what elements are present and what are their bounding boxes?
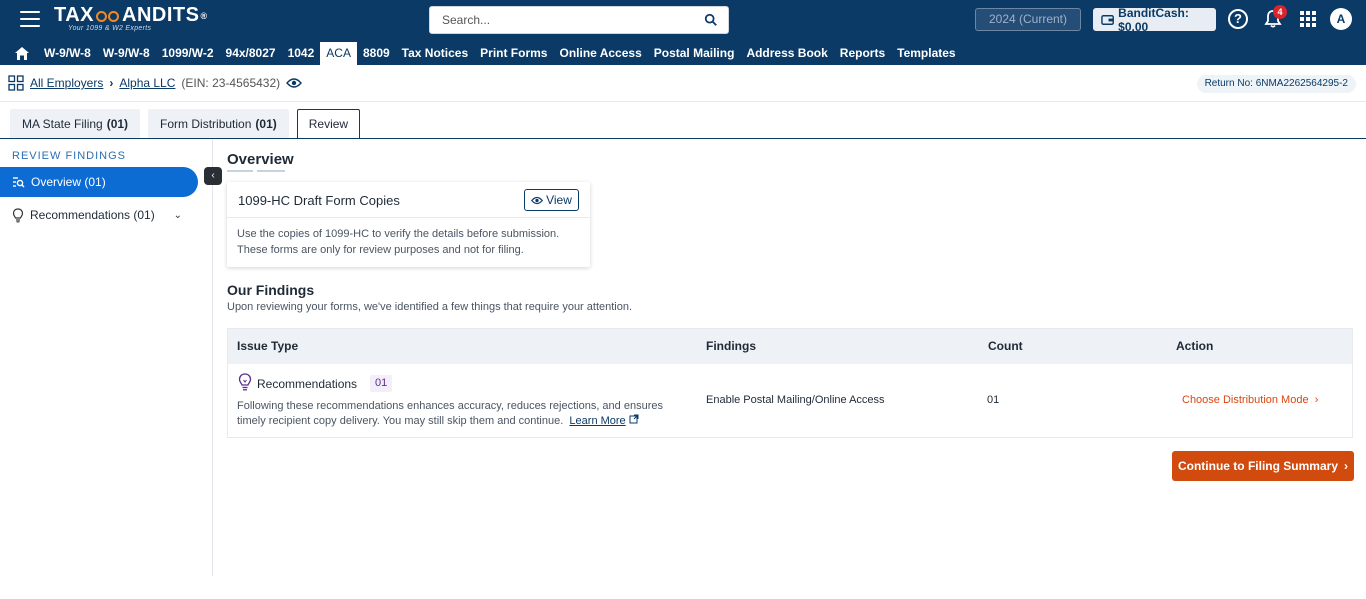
findings-subtitle: Upon reviewing your forms, we've identif… <box>227 301 633 313</box>
search-icon[interactable] <box>704 13 718 27</box>
draft-card-title: 1099-HC Draft Form Copies <box>238 193 400 208</box>
notification-count-badge: 4 <box>1273 5 1287 19</box>
issue-type-title: Recommendations <box>257 377 358 391</box>
column-header-findings: Findings <box>706 339 756 353</box>
nav-item-94x-8027[interactable]: 94x/8027 <box>220 42 282 65</box>
sidebar-item-overview[interactable]: Overview (01) <box>0 167 198 197</box>
bandit-cash-button[interactable]: BanditCash: $0.00 <box>1093 5 1216 34</box>
count-cell: 01 <box>987 394 1000 406</box>
nav-item-w9-w8[interactable]: W-9/W-8 <box>38 42 97 65</box>
collapse-sidebar-icon[interactable]: ‹ <box>204 167 222 185</box>
overview-heading: Overview <box>227 151 294 168</box>
main-nav: W-9/W-8 W-9/W-8 1099/W-2 94x/8027 1042 A… <box>10 42 962 65</box>
continue-button-label: Continue to Filing Summary <box>1177 459 1338 473</box>
findings-table: Issue Type Findings Count Action Recomme… <box>227 328 1353 438</box>
help-icon[interactable]: ? <box>1228 9 1248 29</box>
eye-icon[interactable] <box>286 77 303 89</box>
nav-item-w9-w8-2[interactable]: W-9/W-8 <box>97 42 156 65</box>
tab-label: Form Distribution <box>160 117 252 131</box>
action-label: Choose Distribution Mode <box>1182 394 1309 406</box>
bandit-cash-label: BanditCash: $0.00 <box>1118 5 1189 34</box>
continue-to-filing-summary-button[interactable]: Continue to Filing Summary › <box>1172 451 1354 481</box>
employer-ein: (EIN: 23-4565432) <box>181 76 281 90</box>
chevron-down-icon[interactable]: ⌄ <box>174 210 182 221</box>
tab-review[interactable]: Review <box>296 109 361 139</box>
tab-label: Review <box>308 117 349 131</box>
tab-form-distribution[interactable]: Form Distribution (01) <box>148 109 289 139</box>
tab-bar: MA State Filing (01) Form Distribution (01… <box>10 109 361 139</box>
divider <box>227 217 590 218</box>
tab-count: (01) <box>255 117 277 131</box>
view-button[interactable]: View <box>524 189 579 211</box>
finding-cell: Enable Postal Mailing/Online Access <box>706 394 885 406</box>
nav-item-templates[interactable]: Templates <box>891 42 961 65</box>
nav-item-8809[interactable]: 8809 <box>357 42 396 65</box>
divider <box>0 101 1366 102</box>
breadcrumb-chevron-icon: › <box>109 76 114 90</box>
sidebar-item-recommendations[interactable]: Recommendations (01) ⌄ <box>12 205 182 225</box>
employer-link[interactable]: Alpha LLC <box>119 76 175 90</box>
chevron-right-icon: › <box>1311 394 1319 406</box>
lightbulb-icon <box>238 373 252 391</box>
nav-item-aca[interactable]: ACA <box>320 42 357 65</box>
findings-heading: Our Findings <box>227 282 315 298</box>
view-button-label: View <box>546 193 572 207</box>
nav-item-1099-w2[interactable]: 1099/W-2 <box>156 42 220 65</box>
sidebar: REVIEW FINDINGS Overview (01) ‹ Recommen… <box>0 139 222 576</box>
draft-forms-card: 1099-HC Draft Form Copies View Use the c… <box>227 182 590 267</box>
lightbulb-icon <box>12 207 24 222</box>
nav-item-print-forms[interactable]: Print Forms <box>474 42 553 65</box>
column-header-issue-type: Issue Type <box>237 339 299 353</box>
sidebar-title: REVIEW FINDINGS <box>12 150 127 162</box>
learn-more-label: Learn More <box>569 415 626 427</box>
column-header-action: Action <box>1176 339 1214 353</box>
nav-item-reports[interactable]: Reports <box>834 42 891 65</box>
employers-grid-icon[interactable] <box>8 75 24 91</box>
description-line: timely recipient copy delivery. You may … <box>237 415 564 427</box>
choose-distribution-mode-link[interactable]: Choose Distribution Mode › <box>1182 394 1318 406</box>
apps-grid-icon[interactable] <box>1300 11 1316 27</box>
issue-count-badge: 01 <box>370 375 393 392</box>
tax-year-selector[interactable]: 2024 (Current) <box>975 8 1081 31</box>
description-line: Following these recommendations enhances… <box>237 400 663 412</box>
description-line: Use the copies of 1099-HC to verify the … <box>237 228 560 240</box>
home-icon[interactable] <box>10 42 34 65</box>
all-employers-link[interactable]: All Employers <box>30 76 103 90</box>
description-line: These forms are only for review purposes… <box>237 244 524 256</box>
external-link-icon[interactable] <box>629 414 639 424</box>
learn-more-link[interactable]: Learn More <box>569 415 625 427</box>
chevron-right-icon: › <box>1344 459 1348 473</box>
nav-item-address-book[interactable]: Address Book <box>740 42 833 65</box>
nav-item-1042[interactable]: 1042 <box>282 42 321 65</box>
tab-label: MA State Filing <box>22 117 103 131</box>
review-list-icon <box>13 177 25 188</box>
breadcrumb: All Employers › Alpha LLC (EIN: 23-45654… <box>8 73 303 93</box>
return-number-badge: Return No: 6NMA2262564295-2 <box>1196 75 1356 93</box>
sidebar-item-label: Recommendations (01) <box>30 208 155 222</box>
taxbandits-logo[interactable]: TAX ANDITS ® Your 1099 & W2 Experts <box>54 4 208 32</box>
table-header: Issue Type Findings Count Action <box>228 329 1352 364</box>
search-box[interactable] <box>429 6 729 34</box>
eye-icon <box>531 196 544 204</box>
menu-icon[interactable] <box>20 11 40 27</box>
nav-item-online-access[interactable]: Online Access <box>553 42 647 65</box>
tab-ma-state-filing[interactable]: MA State Filing (01) <box>10 109 141 139</box>
top-bar: TAXANDITS® Your 1099 & W2 Experts 2024 (… <box>0 0 1366 65</box>
search-input[interactable] <box>430 7 690 33</box>
nav-item-tax-notices[interactable]: Tax Notices <box>396 42 474 65</box>
user-avatar[interactable]: A <box>1330 8 1352 30</box>
draft-card-description: Use the copies of 1099-HC to verify the … <box>237 226 582 258</box>
tab-count: (01) <box>106 117 129 131</box>
wallet-icon <box>1101 14 1114 25</box>
heading-underline <box>227 170 285 172</box>
nav-item-postal-mailing[interactable]: Postal Mailing <box>648 42 741 65</box>
sidebar-item-label: Overview (01) <box>31 175 106 189</box>
issue-description: Following these recommendations enhances… <box>237 399 687 429</box>
column-header-count: Count <box>988 339 1023 353</box>
